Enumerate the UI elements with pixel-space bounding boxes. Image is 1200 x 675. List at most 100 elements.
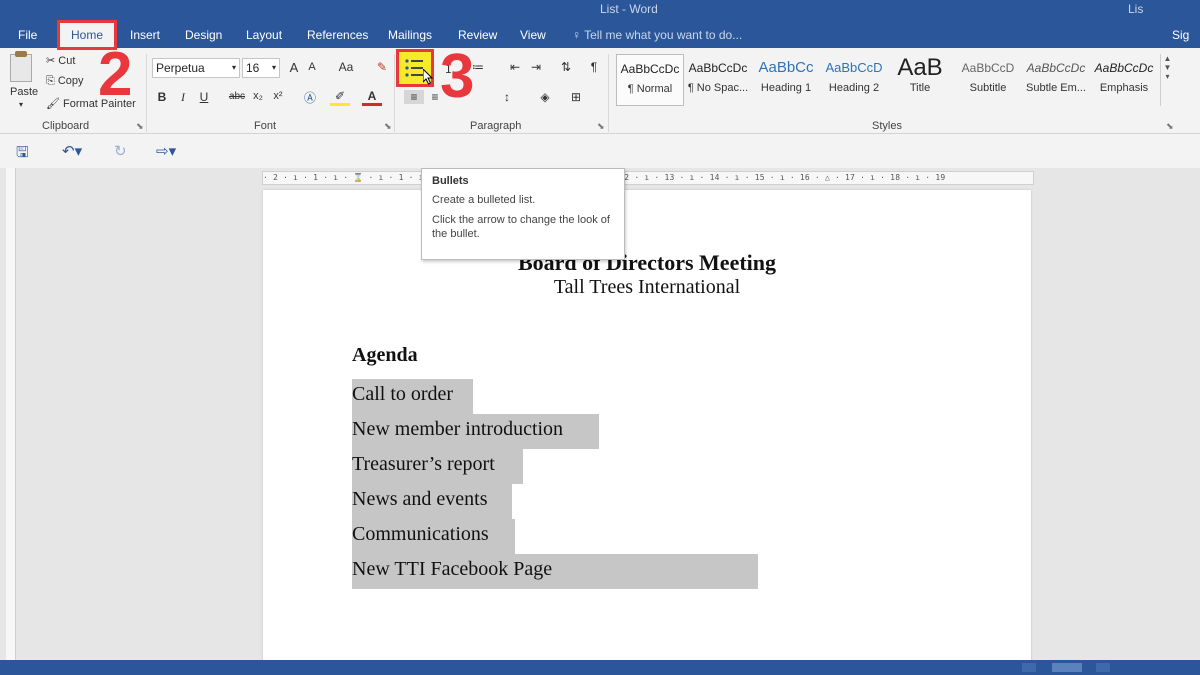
tab-review[interactable]: Review	[458, 28, 497, 42]
tooltip-title: Bullets	[432, 175, 469, 187]
scroll-down-icon[interactable]: ▼	[1161, 63, 1174, 72]
sort-icon[interactable]: ⇅	[556, 60, 576, 74]
font-launcher-icon[interactable]: ⬊	[384, 121, 392, 132]
underline-button[interactable]: U	[194, 90, 214, 104]
redo-icon[interactable]: ↻	[114, 142, 127, 160]
line-spacing-icon[interactable]: ↕	[497, 90, 517, 104]
decrease-indent-icon[interactable]: ⇤	[505, 60, 525, 74]
copy-icon: ⎘	[46, 75, 58, 87]
highlight-color-icon[interactable]: ✐	[330, 89, 350, 106]
list-item[interactable]: News and events	[352, 484, 512, 519]
tab-design[interactable]: Design	[185, 28, 222, 42]
vertical-ruler	[6, 168, 16, 668]
document-page[interactable]: Board of Directors Meeting Tall Trees In…	[263, 190, 1031, 660]
clipboard-clip-icon	[15, 51, 27, 57]
tab-references[interactable]: References	[307, 28, 368, 42]
tab-view[interactable]: View	[520, 28, 546, 42]
lightbulb-icon: ♀	[572, 28, 585, 42]
text-effects-icon[interactable]: Ⓐ	[300, 89, 320, 106]
tab-mailings[interactable]: Mailings	[388, 28, 432, 42]
read-mode-icon[interactable]	[1022, 663, 1036, 672]
tell-me-box[interactable]: ♀ Tell me what you want to do...	[572, 28, 742, 42]
paste-icon[interactable]	[10, 54, 32, 82]
shrink-font-button[interactable]: A	[302, 61, 322, 73]
italic-button[interactable]: I	[173, 90, 193, 105]
scroll-up-icon[interactable]: ▲	[1161, 54, 1174, 63]
paragraph-launcher-icon[interactable]: ⬊	[597, 121, 605, 132]
style-heading-2[interactable]: AaBbCcD Heading 2	[820, 54, 888, 106]
increase-indent-icon[interactable]: ⇥	[526, 60, 546, 74]
tab-file[interactable]: File	[18, 28, 37, 42]
undo-icon[interactable]: ↶▾	[62, 142, 82, 160]
change-case-button[interactable]: Aa	[333, 60, 359, 74]
style-name: Emphasis	[1099, 82, 1149, 94]
style-no-spacing[interactable]: AaBbCcDc ¶ No Spac...	[684, 54, 752, 106]
group-divider	[146, 54, 147, 132]
chevron-down-icon[interactable]: ▾	[232, 59, 236, 77]
font-size-value: 16	[246, 61, 260, 75]
style-name: Title	[909, 82, 931, 94]
clipboard-launcher-icon[interactable]: ⬊	[136, 121, 144, 132]
print-layout-icon[interactable]	[1052, 663, 1082, 672]
style-subtitle[interactable]: AaBbCcD Subtitle	[954, 54, 1022, 106]
style-title[interactable]: AaB Title	[886, 54, 954, 106]
style-sample: AaBbCcDc	[1026, 61, 1086, 75]
style-subtle-emphasis[interactable]: AaBbCcDc Subtle Em...	[1022, 54, 1090, 106]
superscript-button[interactable]: x²	[268, 90, 288, 102]
list-item[interactable]: Treasurer’s report	[352, 449, 523, 484]
list-item[interactable]: Communications	[352, 519, 515, 554]
list-item[interactable]: Call to order	[352, 379, 473, 414]
shading-icon[interactable]: ◈	[535, 90, 555, 104]
copy-button[interactable]: ⎘ Copy	[46, 75, 84, 88]
status-bar	[0, 660, 1200, 675]
title-bar: List - Word Lis File Home Insert Design …	[0, 0, 1200, 48]
style-sample: AaBbCc	[758, 59, 814, 76]
styles-launcher-icon[interactable]: ⬊	[1166, 121, 1174, 132]
font-color-icon[interactable]: A	[362, 89, 382, 106]
chevron-down-icon[interactable]: ▾	[272, 59, 276, 77]
paste-dropdown-icon[interactable]: ▾	[19, 100, 23, 109]
style-heading-1[interactable]: AaBbCc Heading 1	[752, 54, 820, 106]
scissors-icon: ✂	[46, 55, 59, 67]
style-name: Heading 1	[760, 82, 812, 94]
style-emphasis[interactable]: AaBbCcDc Emphasis	[1090, 54, 1158, 106]
horizontal-ruler[interactable]: · 2 · ı · 1 · ı · ⌛ · ı · 1 · ı · · 8 · …	[262, 171, 1034, 185]
align-left-icon[interactable]: ≡	[404, 90, 424, 104]
tab-insert[interactable]: Insert	[130, 28, 160, 42]
font-size-box[interactable]: 16 ▾	[242, 58, 280, 78]
style-normal[interactable]: AaBbCcDc ¶ Normal	[616, 54, 684, 106]
bold-button[interactable]: B	[152, 90, 172, 104]
paste-button[interactable]: Paste	[10, 86, 38, 98]
paintbrush-icon: 🖌	[46, 98, 64, 110]
styles-group-label: Styles	[872, 120, 902, 132]
tooltip-hint: Click the arrow to change the look of th…	[432, 214, 610, 240]
save-icon[interactable]: 🖫	[16, 142, 29, 167]
group-divider	[608, 54, 609, 132]
touch-mode-icon[interactable]: ⇨▾	[156, 142, 176, 160]
document-title: Board of Directors Meeting	[517, 250, 777, 275]
style-name: Subtitle	[969, 82, 1007, 94]
more-styles-icon[interactable]: ▾	[1161, 72, 1174, 81]
strikethrough-button[interactable]: abc	[226, 91, 248, 102]
tab-layout[interactable]: Layout	[246, 28, 282, 42]
group-divider	[394, 54, 395, 132]
subscript-button[interactable]: x₂	[248, 90, 268, 102]
show-formatting-button[interactable]: ¶	[584, 60, 604, 74]
window-title: List - Word	[600, 2, 658, 16]
sign-in-link[interactable]: Sig	[1172, 28, 1189, 42]
clear-formatting-icon[interactable]: ✎	[372, 60, 392, 74]
style-sample: AaBbCcD	[961, 61, 1015, 75]
mouse-cursor-icon	[423, 69, 433, 85]
borders-icon[interactable]: ⊞	[566, 90, 586, 104]
style-sample: AaBbCcDc	[620, 62, 680, 76]
styles-scroll[interactable]: ▲ ▼ ▾	[1160, 54, 1174, 106]
style-name: Heading 2	[828, 82, 880, 94]
font-name-box[interactable]: Perpetua ▾	[152, 58, 240, 78]
grow-font-button[interactable]: A	[284, 60, 304, 75]
cut-button[interactable]: ✂ Cut	[46, 54, 75, 67]
list-item[interactable]: New member introduction	[352, 414, 599, 449]
list-item[interactable]: New TTI Facebook Page	[352, 554, 758, 589]
style-sample: AaBbCcDc	[688, 61, 748, 75]
style-sample: AaB	[897, 54, 943, 81]
web-layout-icon[interactable]	[1096, 663, 1110, 672]
